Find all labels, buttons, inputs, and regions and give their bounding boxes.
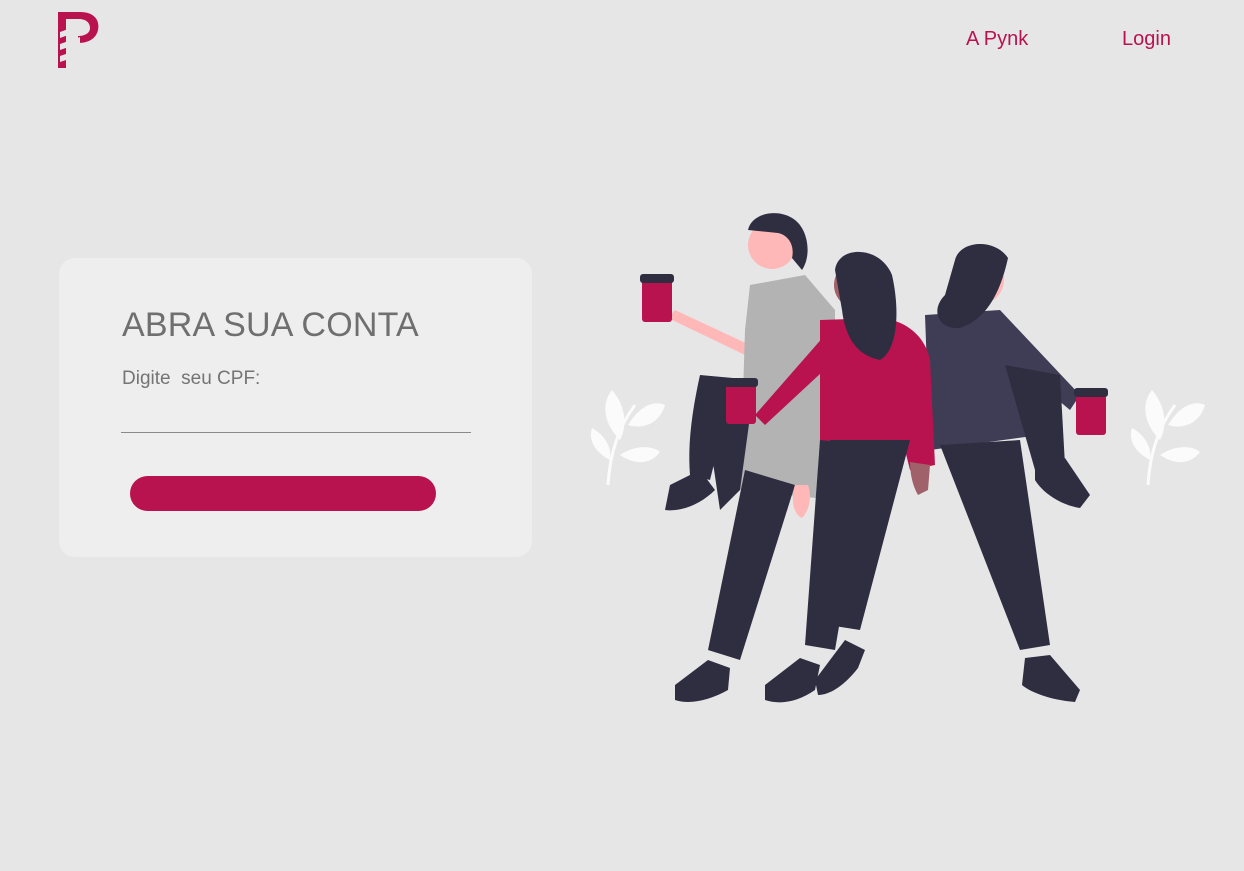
submit-button[interactable] <box>130 476 436 511</box>
person-man-figure <box>640 213 835 702</box>
plant-left-icon <box>590 390 665 486</box>
page: A Pynk Login ABRA SUA CONTA Digite seu C… <box>0 0 1244 871</box>
person-woman-dark-figure <box>925 243 1108 702</box>
card-title: ABRA SUA CONTA <box>122 306 419 344</box>
pynk-logo-icon[interactable] <box>56 10 100 70</box>
cpf-label: Digite seu CPF: <box>122 368 261 389</box>
plant-right-icon <box>1130 390 1205 486</box>
people-with-coffee-illustration <box>590 213 1205 703</box>
cpf-input[interactable] <box>121 404 471 433</box>
nav-link-login[interactable]: Login <box>1122 28 1171 51</box>
signup-card: ABRA SUA CONTA Digite seu CPF: <box>59 258 532 557</box>
nav-link-about[interactable]: A Pynk <box>966 28 1028 51</box>
